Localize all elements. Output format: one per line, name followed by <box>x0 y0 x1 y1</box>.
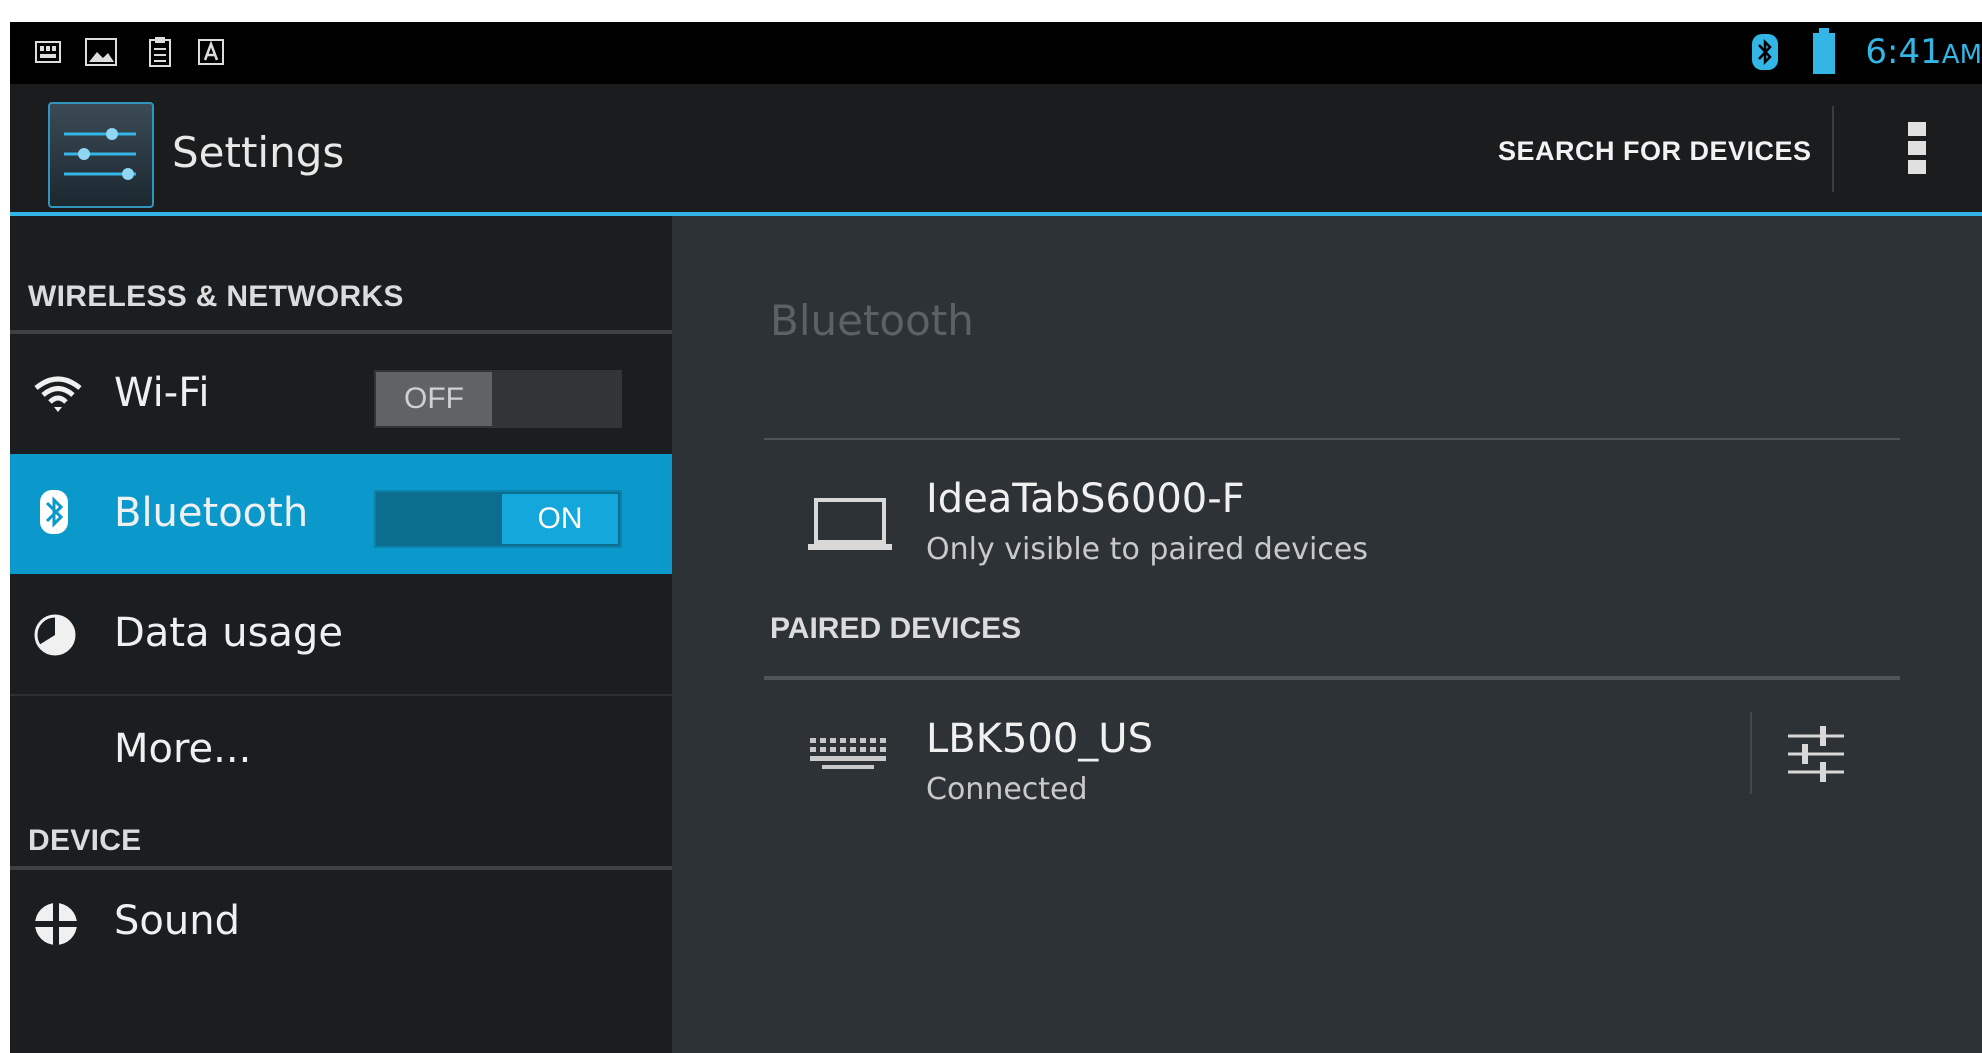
section-header-device: DEVICE <box>28 824 142 857</box>
paired-device-name: LBK500_US <box>926 716 1153 762</box>
bluetooth-icon <box>40 490 68 534</box>
sidebar-item-wifi[interactable]: Wi-Fi OFF <box>10 334 672 454</box>
action-bar-divider <box>1832 106 1834 192</box>
overflow-dot <box>1908 141 1926 155</box>
bluetooth-icon <box>1752 34 1778 70</box>
title-divider <box>764 438 1900 440</box>
paired-devices-header: PAIRED DEVICES <box>770 612 1022 645</box>
sidebar-item-label: Bluetooth <box>114 490 309 536</box>
paired-divider <box>764 676 1900 680</box>
clock: 6:41AM <box>1865 32 1982 72</box>
action-bar: Settings SEARCH FOR DEVICES <box>10 84 1982 216</box>
device-name: IdeaTabS6000-F <box>926 476 1245 522</box>
clock-ampm: AM <box>1941 40 1982 70</box>
page-title: Settings <box>172 128 345 177</box>
sidebar-item-label: Wi-Fi <box>114 370 210 416</box>
settings-sidebar: WIRELESS & NETWORKS Wi-Fi OFF Bluetooth … <box>10 216 672 1053</box>
bluetooth-toggle[interactable]: ON <box>374 490 622 548</box>
wifi-toggle[interactable]: OFF <box>374 370 622 428</box>
device-status: Only visible to paired devices <box>926 532 1368 567</box>
sidebar-item-label: Data usage <box>114 610 343 656</box>
keyboard-a-icon <box>198 39 224 65</box>
sd-card-icon <box>35 41 61 63</box>
paired-device-status: Connected <box>926 772 1088 807</box>
sidebar-item-label: More... <box>114 726 252 772</box>
overflow-dot <box>1908 122 1926 136</box>
settings-sliders-icon[interactable] <box>1784 722 1848 788</box>
sidebar-item-sound[interactable]: Sound <box>10 870 672 990</box>
overflow-menu-button[interactable] <box>1908 122 1928 178</box>
device-row-divider <box>1750 712 1752 794</box>
settings-app-icon[interactable] <box>48 102 154 208</box>
overflow-dot <box>1908 160 1926 174</box>
search-for-devices-button[interactable]: SEARCH FOR DEVICES <box>1498 136 1812 167</box>
keyboard-icon <box>810 738 886 769</box>
sound-icon <box>34 902 78 946</box>
bluetooth-toggle-on-label: ON <box>502 494 618 544</box>
status-bar: 6:41AM <box>10 22 1982 84</box>
tablet-screen: 6:41AM Settings SEARCH FOR DEVICES WIREL… <box>10 22 1982 1053</box>
section-header-wireless: WIRELESS & NETWORKS <box>28 280 404 313</box>
wifi-toggle-off-label: OFF <box>376 372 492 426</box>
battery-icon <box>1813 28 1835 74</box>
sidebar-item-bluetooth[interactable]: Bluetooth ON <box>10 454 672 574</box>
pane-title: Bluetooth <box>770 296 974 345</box>
clipboard-icon <box>149 37 171 67</box>
data-usage-icon <box>34 614 76 656</box>
sliders-icon <box>64 128 136 180</box>
wifi-icon <box>34 376 82 412</box>
gallery-icon <box>85 38 117 66</box>
sidebar-item-label: Sound <box>114 898 240 944</box>
clock-time: 6:41 <box>1865 32 1942 72</box>
sidebar-item-more[interactable]: More... <box>10 696 672 804</box>
laptop-icon <box>808 498 892 550</box>
bluetooth-detail-pane: Bluetooth IdeaTabS6000-F Only visible to… <box>672 216 1982 1053</box>
sidebar-item-data-usage[interactable]: Data usage <box>10 574 672 694</box>
